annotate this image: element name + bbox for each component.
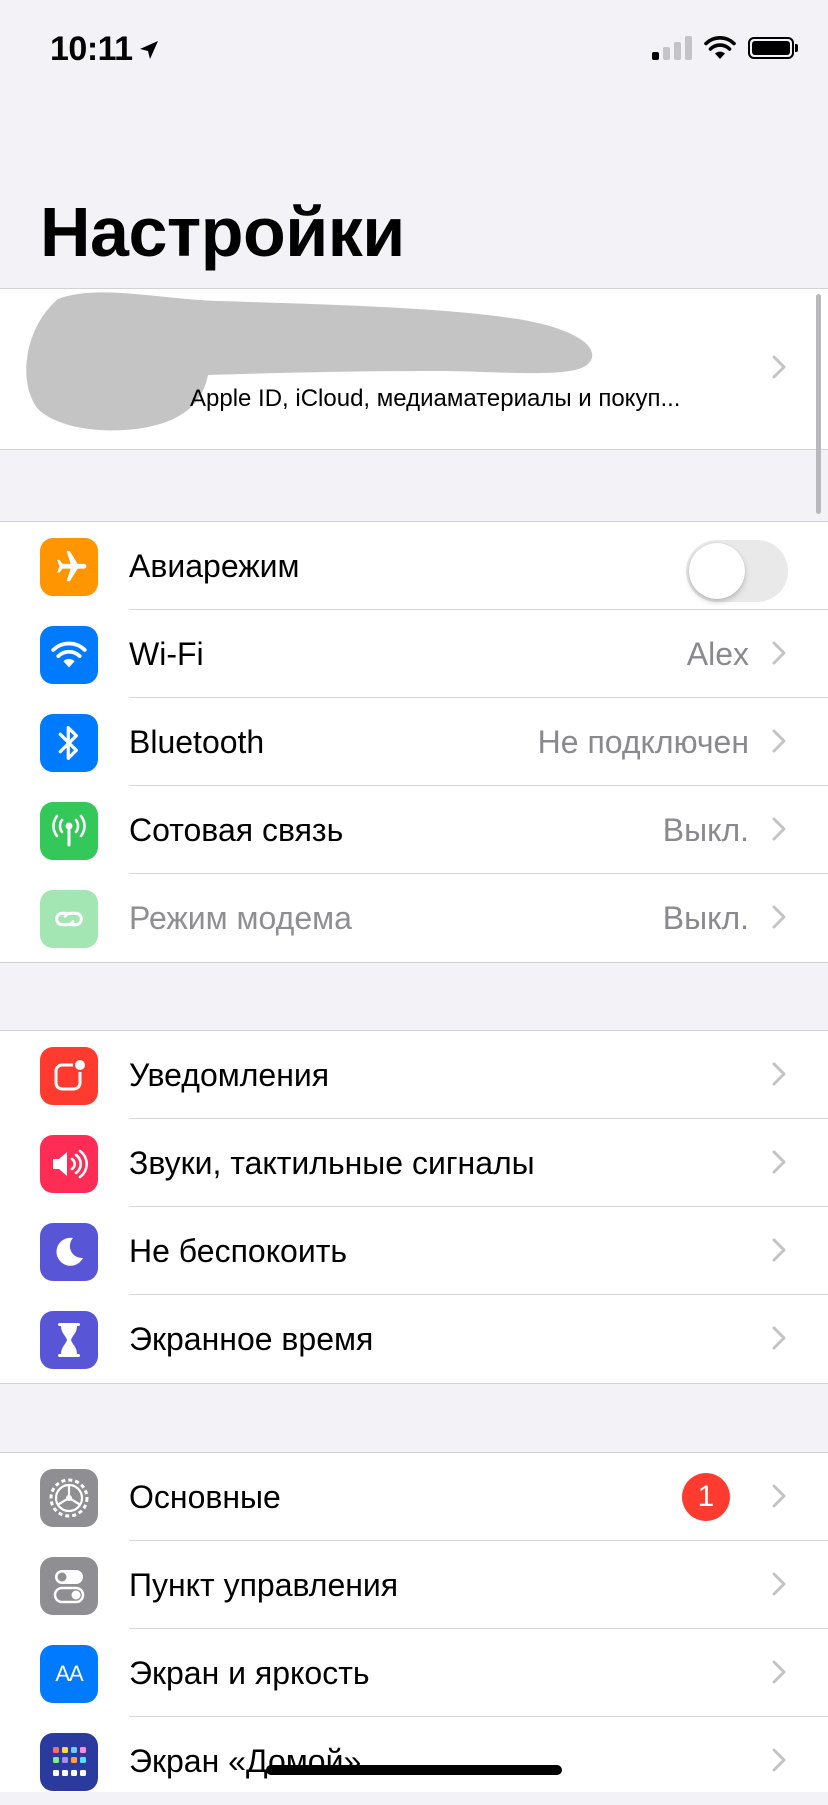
row-screen-time[interactable]: Экранное время — [0, 1295, 828, 1383]
row-value: Выкл. — [662, 900, 749, 936]
text-size-icon: AA — [40, 1645, 98, 1703]
row-label: Авиарежим — [129, 548, 300, 584]
row-sounds[interactable]: Звуки, тактильные сигналы — [0, 1119, 828, 1207]
home-screen-grid-icon — [40, 1733, 98, 1791]
status-time-text: 10:11 — [50, 30, 133, 68]
row-general[interactable]: Основные 1 — [0, 1453, 828, 1541]
chevron-right-icon — [772, 1150, 786, 1174]
row-label: Звуки, тактильные сигналы — [129, 1145, 535, 1181]
status-icons — [652, 36, 798, 60]
location-arrow-icon — [139, 40, 158, 59]
row-airplane-mode: Авиарежим — [0, 522, 828, 610]
row-wifi[interactable]: Wi-Fi Alex — [0, 610, 828, 698]
row-bluetooth[interactable]: Bluetooth Не подключен — [0, 698, 828, 786]
chevron-right-icon — [772, 817, 786, 841]
chevron-right-icon — [772, 905, 786, 929]
battery-icon — [748, 37, 798, 59]
row-personal-hotspot[interactable]: Режим модема Выкл. — [0, 874, 828, 962]
notifications-group: Уведомления Звуки, тактильные сигналы Не… — [0, 1030, 828, 1384]
row-do-not-disturb[interactable]: Не беспокоить — [0, 1207, 828, 1295]
row-control-center[interactable]: Пункт управления — [0, 1541, 828, 1629]
notifications-icon — [40, 1047, 98, 1105]
row-value: Не подключен — [537, 724, 749, 760]
row-value: Alex — [686, 636, 749, 672]
row-label: Режим модема — [129, 900, 352, 936]
row-display-brightness[interactable]: AA Экран и яркость — [0, 1629, 828, 1717]
redaction-scribble — [26, 292, 593, 431]
row-notifications[interactable]: Уведомления — [0, 1031, 828, 1119]
row-label: Пункт управления — [129, 1567, 399, 1603]
page-title: Настройки — [40, 193, 405, 271]
chevron-right-icon — [772, 1660, 786, 1684]
scroll-indicator[interactable] — [816, 294, 821, 514]
cellular-antenna-icon — [40, 802, 98, 860]
status-time: 10:11 — [50, 30, 159, 69]
chevron-right-icon — [772, 355, 786, 379]
chevron-right-icon — [772, 641, 786, 665]
row-label: Сотовая связь — [129, 812, 344, 848]
airplane-mode-toggle[interactable] — [686, 540, 788, 602]
status-bar: 10:11 — [0, 0, 828, 100]
general-group: Основные 1 Пункт управления AA Экран и я… — [0, 1452, 828, 1792]
hotspot-link-icon — [40, 890, 98, 948]
gear-icon — [40, 1469, 98, 1527]
toggle-knob — [689, 543, 745, 599]
cellular-signal-icon — [652, 36, 692, 60]
apple-id-subtitle: Apple ID, iCloud, медиаматериалы и покуп… — [190, 385, 681, 412]
chevron-right-icon — [772, 1238, 786, 1262]
wifi-status-icon — [704, 36, 736, 59]
row-label: Уведомления — [129, 1057, 330, 1093]
row-label: Не беспокоить — [129, 1233, 348, 1269]
moon-icon — [40, 1223, 98, 1281]
notification-badge: 1 — [682, 1473, 730, 1521]
chevron-right-icon — [772, 1572, 786, 1596]
speaker-icon — [40, 1135, 98, 1193]
home-indicator[interactable] — [266, 1765, 562, 1775]
chevron-right-icon — [772, 1062, 786, 1086]
apple-id-cell[interactable]: Apple ID, iCloud, медиаматериалы и покуп… — [0, 288, 828, 450]
row-label: Экран и яркость — [129, 1655, 370, 1691]
text-size-glyph: AA — [55, 1661, 83, 1686]
chevron-right-icon — [772, 729, 786, 753]
chevron-right-icon — [772, 1484, 786, 1508]
switches-icon — [40, 1557, 98, 1615]
chevron-right-icon — [772, 1748, 786, 1772]
bluetooth-icon — [40, 714, 98, 772]
wifi-icon — [40, 626, 98, 684]
chevron-right-icon — [772, 1326, 786, 1350]
row-label: Bluetooth — [129, 724, 265, 760]
row-value: Выкл. — [662, 812, 749, 848]
connectivity-group: Авиарежим Wi-Fi Alex Bluetooth Не подклю… — [0, 521, 828, 963]
airplane-icon — [40, 538, 98, 596]
hourglass-icon — [40, 1311, 98, 1369]
row-label: Основные — [129, 1479, 281, 1515]
row-label: Экранное время — [129, 1321, 374, 1357]
row-cellular[interactable]: Сотовая связь Выкл. — [0, 786, 828, 874]
row-label: Wi-Fi — [129, 636, 204, 672]
